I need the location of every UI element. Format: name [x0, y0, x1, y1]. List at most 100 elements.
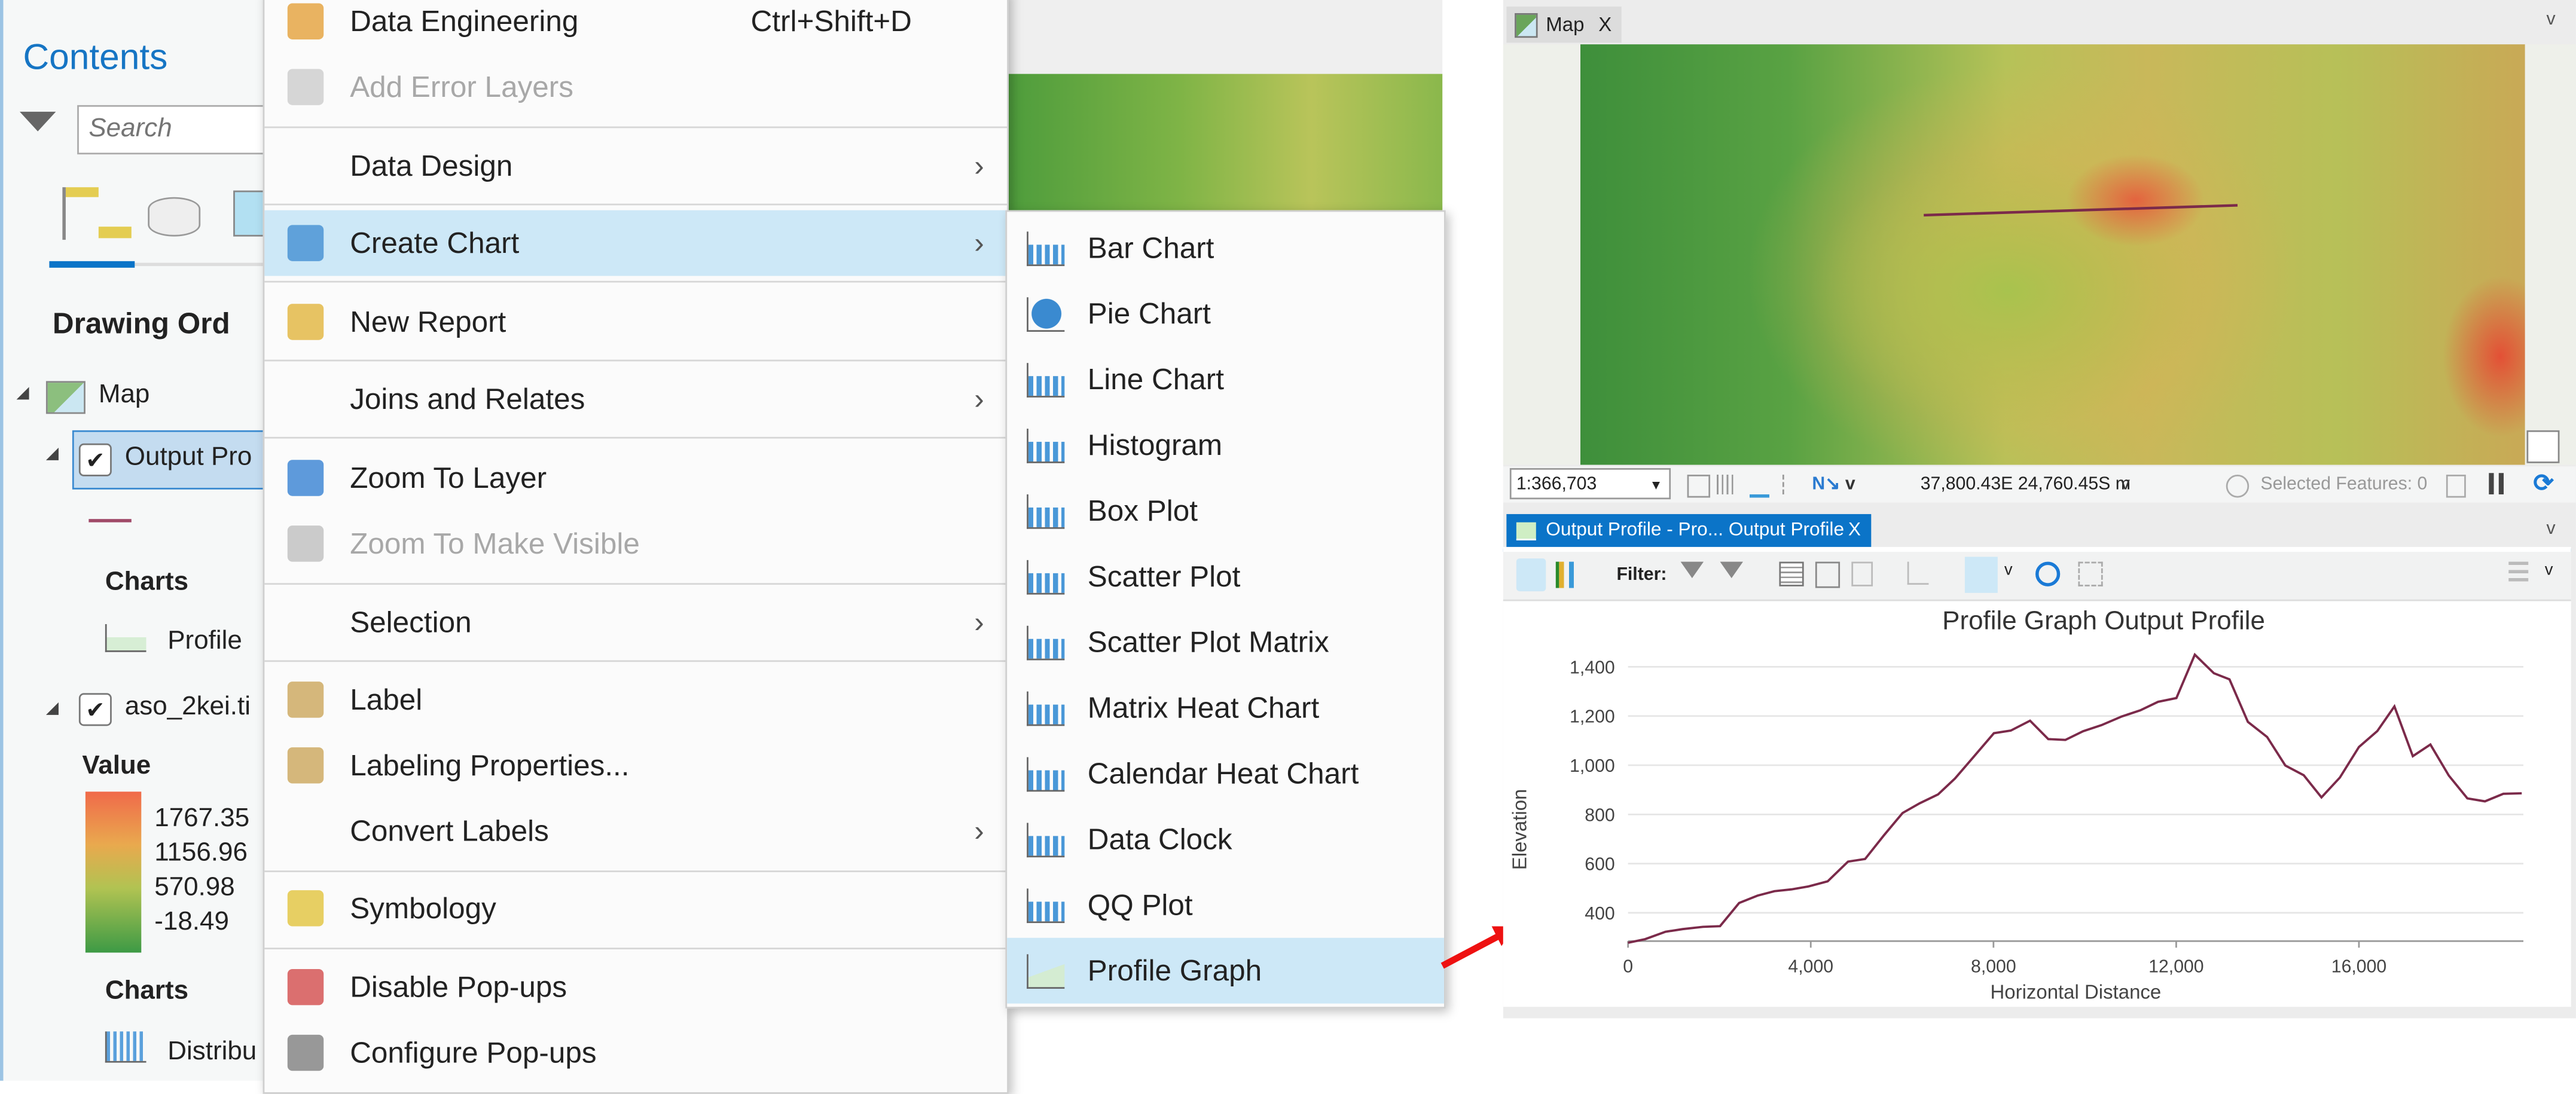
- filter-by-selection-icon[interactable]: [1720, 561, 1743, 579]
- menu-item-new-report[interactable]: New Report: [264, 289, 1007, 355]
- menu-item-create-chart[interactable]: Create Chart ›: [264, 210, 1008, 276]
- scale-dropdown[interactable]: 1:366,703 ▼: [1509, 468, 1671, 500]
- snapping-icon[interactable]: [1749, 475, 1769, 498]
- menu-item-zoom-to-make-visible[interactable]: Zoom To Make Visible: [264, 511, 1007, 576]
- drawing-order-tab-icon[interactable]: [62, 187, 132, 240]
- chart-tab[interactable]: Output Profile - Pro... Output Profile X: [1506, 514, 1872, 549]
- menu-separator: [264, 203, 1008, 206]
- export-icon[interactable]: [1907, 561, 1929, 585]
- x-tick-label: 0: [1623, 957, 1633, 976]
- bar-chart-icon: [287, 225, 324, 261]
- menu-separator: [264, 436, 1008, 439]
- menu-item-label: New Report: [350, 305, 506, 338]
- menu-item-symbology[interactable]: Symbology: [264, 875, 1007, 941]
- submenu-item-scatter-plot-matrix[interactable]: Scatter Plot Matrix: [1007, 609, 1444, 675]
- chart-tab-icon: [1516, 522, 1536, 540]
- pause-icon[interactable]: [2489, 473, 2494, 494]
- expand-layer-icon[interactable]: ◢: [46, 445, 59, 463]
- raster-layer[interactable]: aso_2kei.ti: [125, 693, 251, 722]
- menu-item-label[interactable]: Label: [264, 667, 1007, 732]
- profile-chart-item[interactable]: Profile: [167, 628, 242, 657]
- map-item[interactable]: Map: [99, 381, 150, 410]
- menu-separator: [264, 359, 1008, 362]
- table-icon[interactable]: [1779, 561, 1804, 586]
- map-overview-icon[interactable]: [2526, 430, 2560, 463]
- drawing-order-heading: Drawing Ord: [52, 307, 230, 340]
- profile-graph-chart[interactable]: Profile Graph Output Profile 400 600 800 1,0…: [1503, 600, 2571, 1007]
- menu-item-add-error-layers[interactable]: Add Error Layers: [264, 54, 1007, 120]
- submenu-item-label: Box Plot: [1087, 494, 1198, 527]
- map-panel-menu-icon[interactable]: v: [2546, 10, 2555, 29]
- expand-raster-icon[interactable]: ◢: [46, 699, 59, 717]
- menu-item-labeling-properties[interactable]: Labeling Properties...: [264, 732, 1007, 798]
- filter-by-extent-icon[interactable]: [1680, 561, 1704, 579]
- submenu-item-label: Scatter Plot: [1087, 560, 1241, 593]
- refresh-icon[interactable]: ⟳: [2533, 466, 2554, 502]
- output-profile-checkbox[interactable]: ✔: [78, 443, 112, 476]
- menu-item-label: Convert Labels: [350, 814, 549, 848]
- search-input[interactable]: [77, 105, 267, 155]
- add-chart-icon[interactable]: [1555, 561, 1586, 588]
- north-arrow-icon[interactable]: N↘ v: [1812, 466, 1855, 502]
- menu-item-selection[interactable]: Selection ›: [264, 589, 1007, 655]
- symbology-icon: [287, 890, 324, 927]
- submenu-item-label: Matrix Heat Chart: [1087, 691, 1320, 725]
- raster-checkbox[interactable]: ✔: [78, 693, 112, 726]
- legend-list-icon[interactable]: [2508, 561, 2529, 585]
- submenu-chevron-icon: ›: [974, 227, 984, 260]
- select-dropdown-icon[interactable]: v: [2004, 562, 2013, 580]
- menu-item-disable-pop-ups[interactable]: Disable Pop-ups: [264, 954, 1007, 1020]
- submenu-item-qq-plot[interactable]: QQ Plot: [1007, 872, 1444, 938]
- data-clock-icon: [1027, 823, 1065, 858]
- chart-properties-icon[interactable]: [1516, 558, 1546, 592]
- select-tool-icon[interactable]: [1964, 557, 1998, 593]
- submenu-item-data-clock[interactable]: Data Clock: [1007, 806, 1444, 872]
- submenu-item-pie-chart[interactable]: Pie Chart: [1007, 281, 1444, 347]
- measure-icon[interactable]: [1782, 474, 1804, 494]
- coordinates-chevron-icon[interactable]: v: [2121, 466, 2130, 502]
- menu-item-zoom-to-layer[interactable]: Zoom To Layer: [264, 445, 1007, 511]
- chart-tab-close-icon[interactable]: X: [1848, 514, 1861, 549]
- chart-panel-menu-icon[interactable]: v: [2546, 519, 2555, 539]
- filter-icon[interactable]: [19, 111, 56, 132]
- scatter-plot-matrix-icon: [1027, 625, 1065, 661]
- bar-chart-icon: [1027, 231, 1065, 267]
- menu-item-label: Symbology: [350, 891, 496, 925]
- profile-line[interactable]: [1924, 204, 2238, 217]
- switch-selection-icon[interactable]: [1815, 561, 1841, 588]
- submenu-item-calendar-heat-chart[interactable]: Calendar Heat Chart: [1007, 741, 1444, 806]
- snapping-tab-icon[interactable]: [233, 190, 267, 237]
- selected-features-icon[interactable]: [2226, 474, 2250, 498]
- menu-item-joins-and-relates[interactable]: Joins and Relates ›: [264, 366, 1007, 432]
- submenu-item-profile-graph[interactable]: Profile Graph: [1007, 937, 1444, 1004]
- menu-item-label: Selection: [350, 606, 472, 639]
- contents-title: Contents: [23, 36, 168, 78]
- menu-item-convert-labels[interactable]: Convert Labels ›: [264, 798, 1007, 864]
- submenu-item-histogram[interactable]: Histogram: [1007, 412, 1444, 478]
- expand-map-icon[interactable]: ◢: [16, 384, 29, 402]
- data-source-tab-icon[interactable]: [148, 197, 201, 237]
- grid-icon[interactable]: [1717, 474, 1737, 494]
- submenu-item-matrix-heat-chart[interactable]: Matrix Heat Chart: [1007, 675, 1444, 741]
- basemap-left: [1503, 44, 1580, 465]
- output-profile-layer[interactable]: Output Pro: [125, 444, 252, 473]
- grid-add-icon[interactable]: [1687, 474, 1711, 498]
- submenu-item-box-plot[interactable]: Box Plot: [1007, 478, 1444, 543]
- menu-item-data-engineering[interactable]: Data Engineering Ctrl+Shift+D: [264, 0, 1007, 54]
- menu-item-configure-pop-ups[interactable]: Configure Pop-ups: [264, 1020, 1007, 1086]
- submenu-item-line-chart[interactable]: Line Chart: [1007, 347, 1444, 412]
- clear-selection-icon[interactable]: [2446, 474, 2466, 498]
- clear-selection-chart-icon[interactable]: [1851, 561, 1873, 586]
- submenu-item-scatter-plot[interactable]: Scatter Plot: [1007, 543, 1444, 609]
- zoom-in-icon[interactable]: [2035, 561, 2061, 586]
- map-tab[interactable]: Map X: [1506, 6, 1622, 43]
- filter-label: Filter:: [1616, 565, 1667, 585]
- menu-item-data-design[interactable]: Data Design ›: [264, 133, 1007, 199]
- toolbar-overflow-icon[interactable]: v: [2545, 562, 2553, 580]
- map-tab-close-icon[interactable]: X: [1598, 7, 1611, 42]
- histogram-icon: [1027, 429, 1065, 463]
- submenu-item-bar-chart[interactable]: Bar Chart: [1007, 215, 1444, 281]
- menu-item-label: Create Chart: [350, 227, 520, 260]
- distribution-chart-item[interactable]: Distribu: [167, 1038, 257, 1067]
- full-extent-icon[interactable]: [2078, 561, 2103, 586]
